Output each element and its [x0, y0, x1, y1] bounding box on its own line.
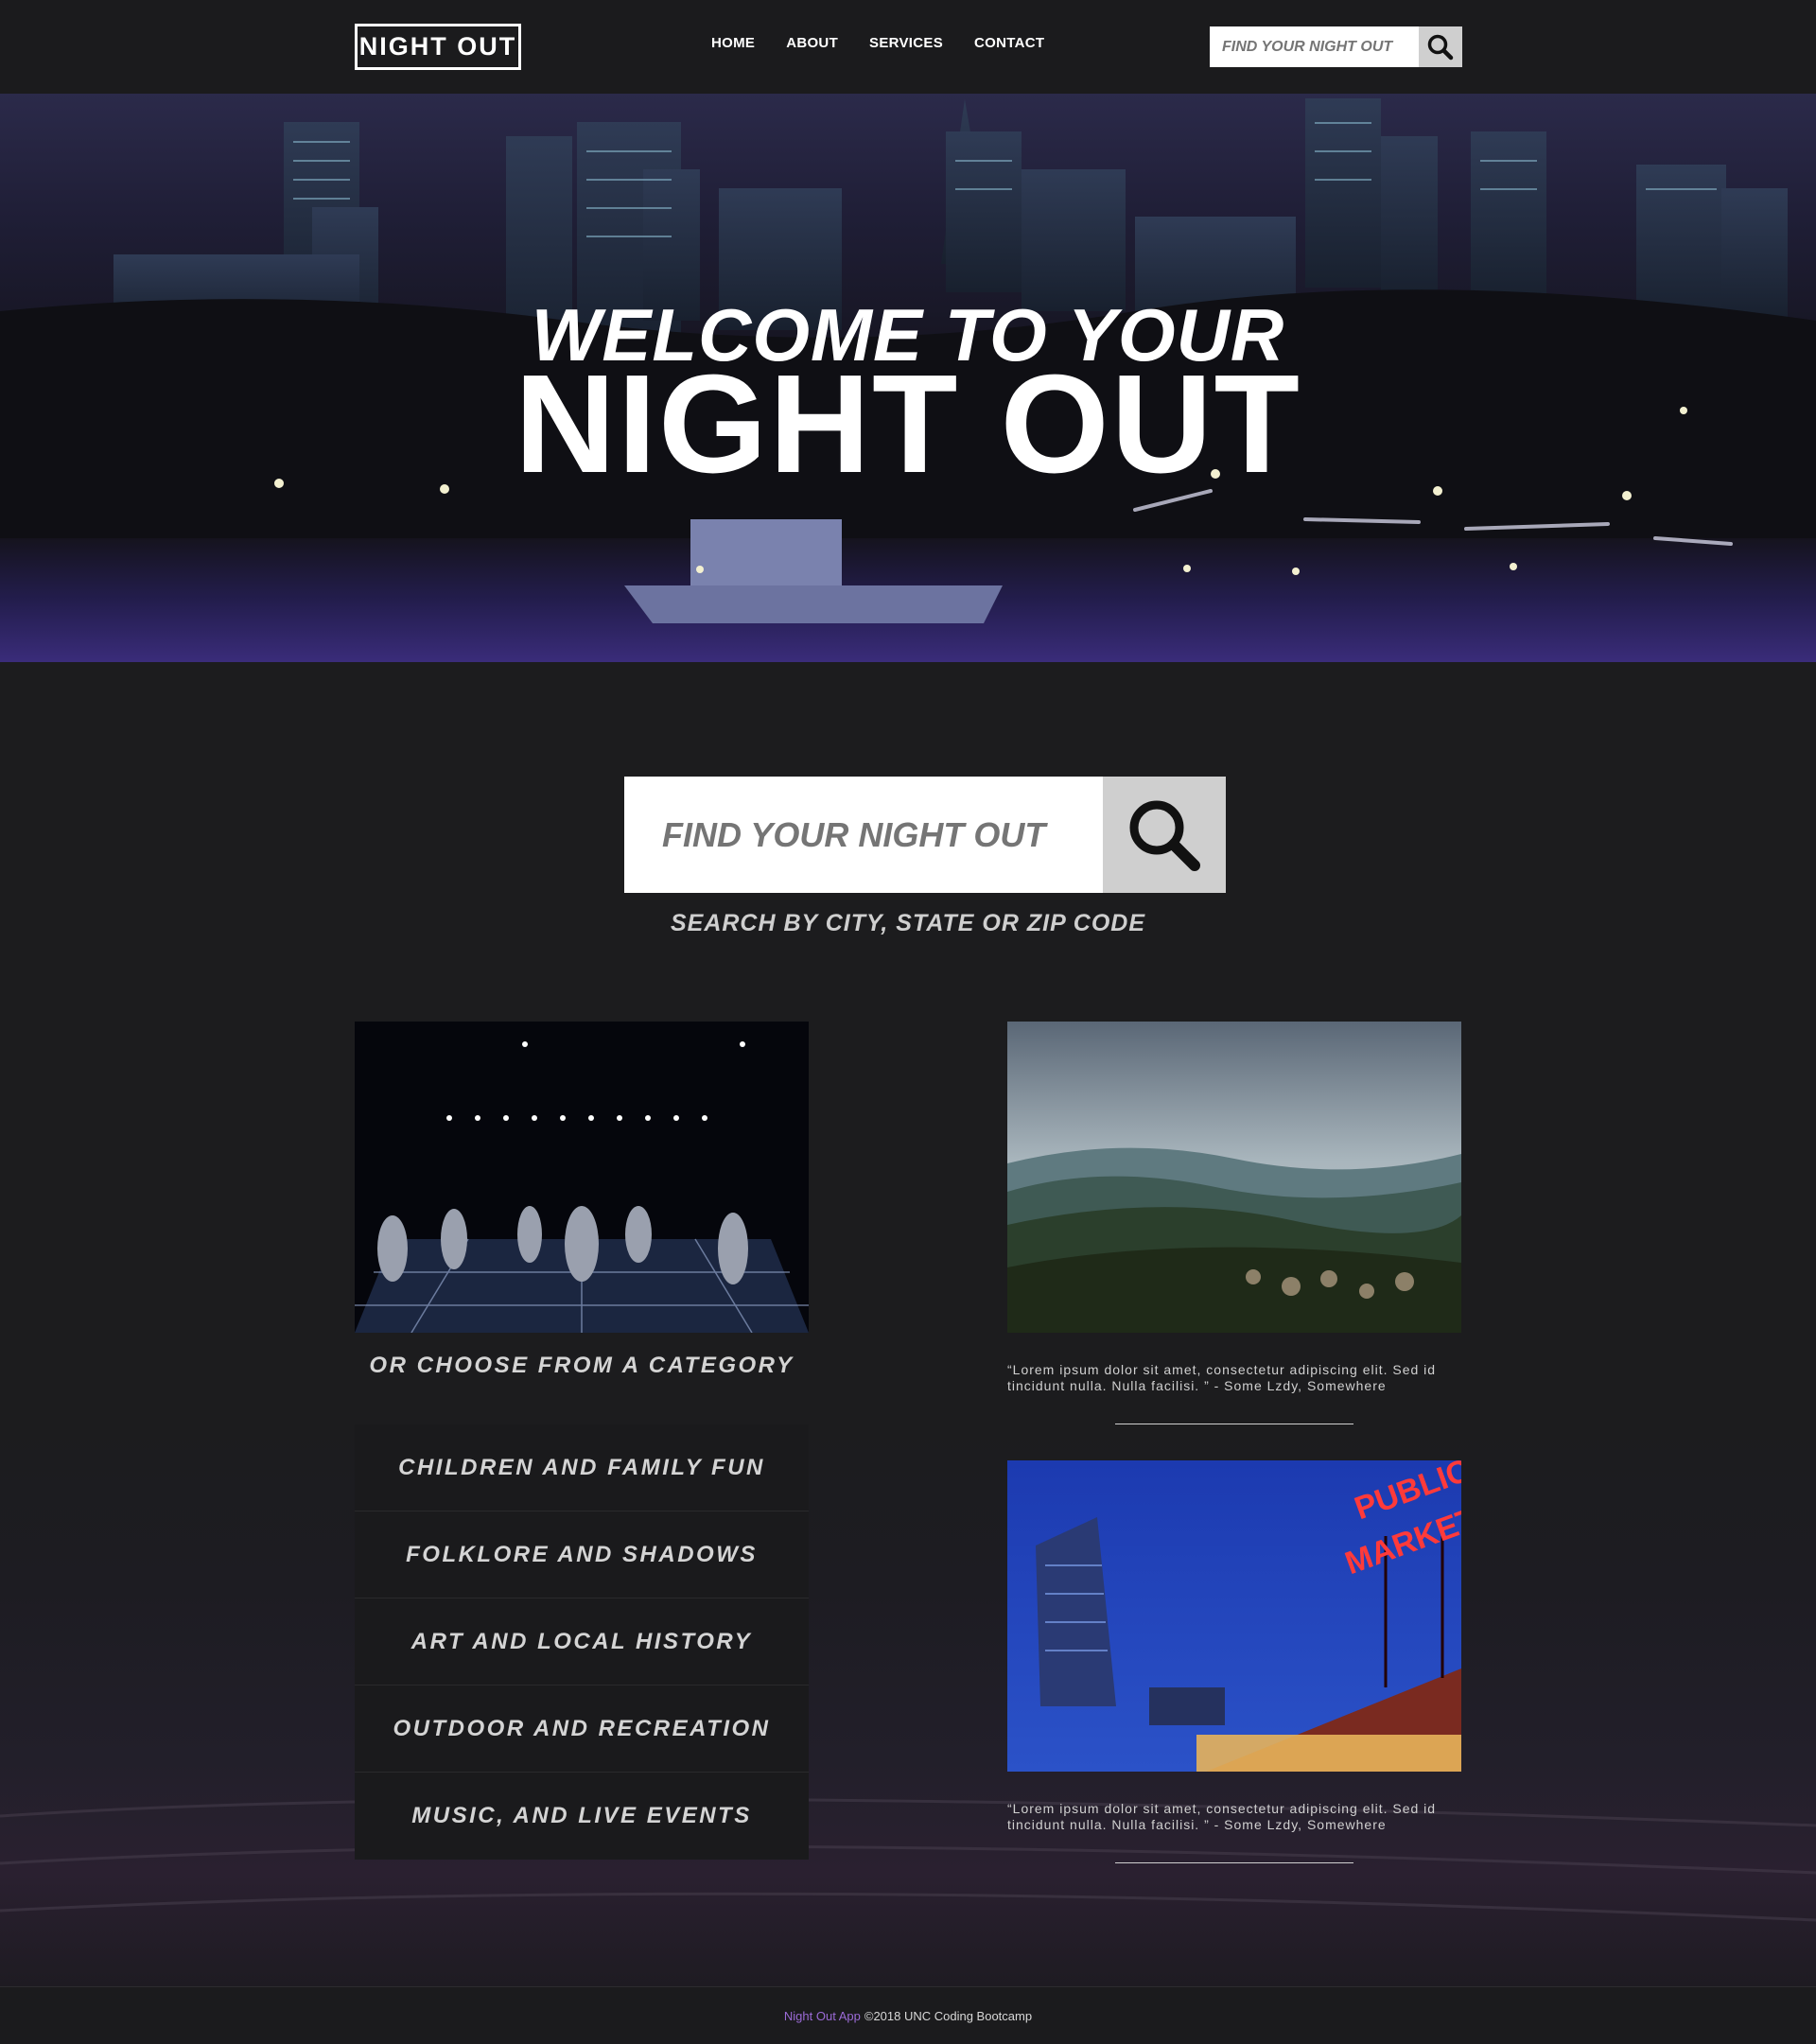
category-outdoor[interactable]: OUTDOOR AND RECREATION [355, 1686, 809, 1773]
main-search-button[interactable] [1103, 777, 1226, 893]
nav-search-button[interactable] [1419, 26, 1462, 67]
public-market-image: PUBLIC MARKET [1007, 1460, 1461, 1772]
category-music-events[interactable]: MUSIC, AND LIVE EVENTS [355, 1773, 809, 1860]
brand-logo[interactable]: NIGHT OUT [355, 24, 521, 70]
main-search [624, 777, 1226, 893]
feature-quote: “Lorem ipsum dolor sit amet, consectetur… [1007, 1801, 1437, 1832]
footer-copyright: ©2018 UNC Coding Bootcamp [864, 2008, 1033, 2023]
category-heading: OR CHOOSE FROM A CATEGORY [369, 1353, 794, 1378]
hero-banner: WELCOME TO YOUR NIGHT OUT [0, 94, 1816, 662]
nav-search-input[interactable] [1210, 26, 1419, 67]
category-folklore[interactable]: FOLKLORE AND SHADOWS [355, 1511, 809, 1599]
nav-home[interactable]: HOME [711, 35, 755, 51]
feature-quote: “Lorem ipsum dolor sit amet, consectetur… [1007, 1362, 1437, 1393]
search-icon [1427, 34, 1454, 60]
mountains-image [1007, 1022, 1461, 1333]
nav-contact[interactable]: CONTACT [974, 35, 1044, 51]
divider [1115, 1862, 1353, 1863]
lower-background-image [0, 1419, 1816, 1986]
search-hint: SEARCH BY CITY, STATE OR ZIP CODE [670, 910, 1146, 936]
hero-title-line2: NIGHT OUT [515, 346, 1301, 502]
main-search-input[interactable] [624, 777, 1103, 893]
category-art-history[interactable]: ART AND LOCAL HISTORY [355, 1599, 809, 1686]
nav-search [1210, 26, 1462, 67]
search-icon [1129, 800, 1200, 871]
nav-links: HOME ABOUT SERVICES CONTACT [711, 35, 1075, 51]
nav-services[interactable]: SERVICES [869, 35, 943, 51]
navbar: NIGHT OUT HOME ABOUT SERVICES CONTACT [0, 0, 1816, 94]
footer-app-link[interactable]: Night Out App [784, 2009, 861, 2023]
category-list: CHILDREN AND FAMILY FUN FOLKLORE AND SHA… [355, 1424, 809, 1860]
dance-performance-image [355, 1022, 809, 1333]
category-children-family[interactable]: CHILDREN AND FAMILY FUN [355, 1424, 809, 1511]
nav-about[interactable]: ABOUT [786, 35, 838, 51]
footer: Night Out App ©2018 UNC Coding Bootcamp [0, 1986, 1816, 2044]
